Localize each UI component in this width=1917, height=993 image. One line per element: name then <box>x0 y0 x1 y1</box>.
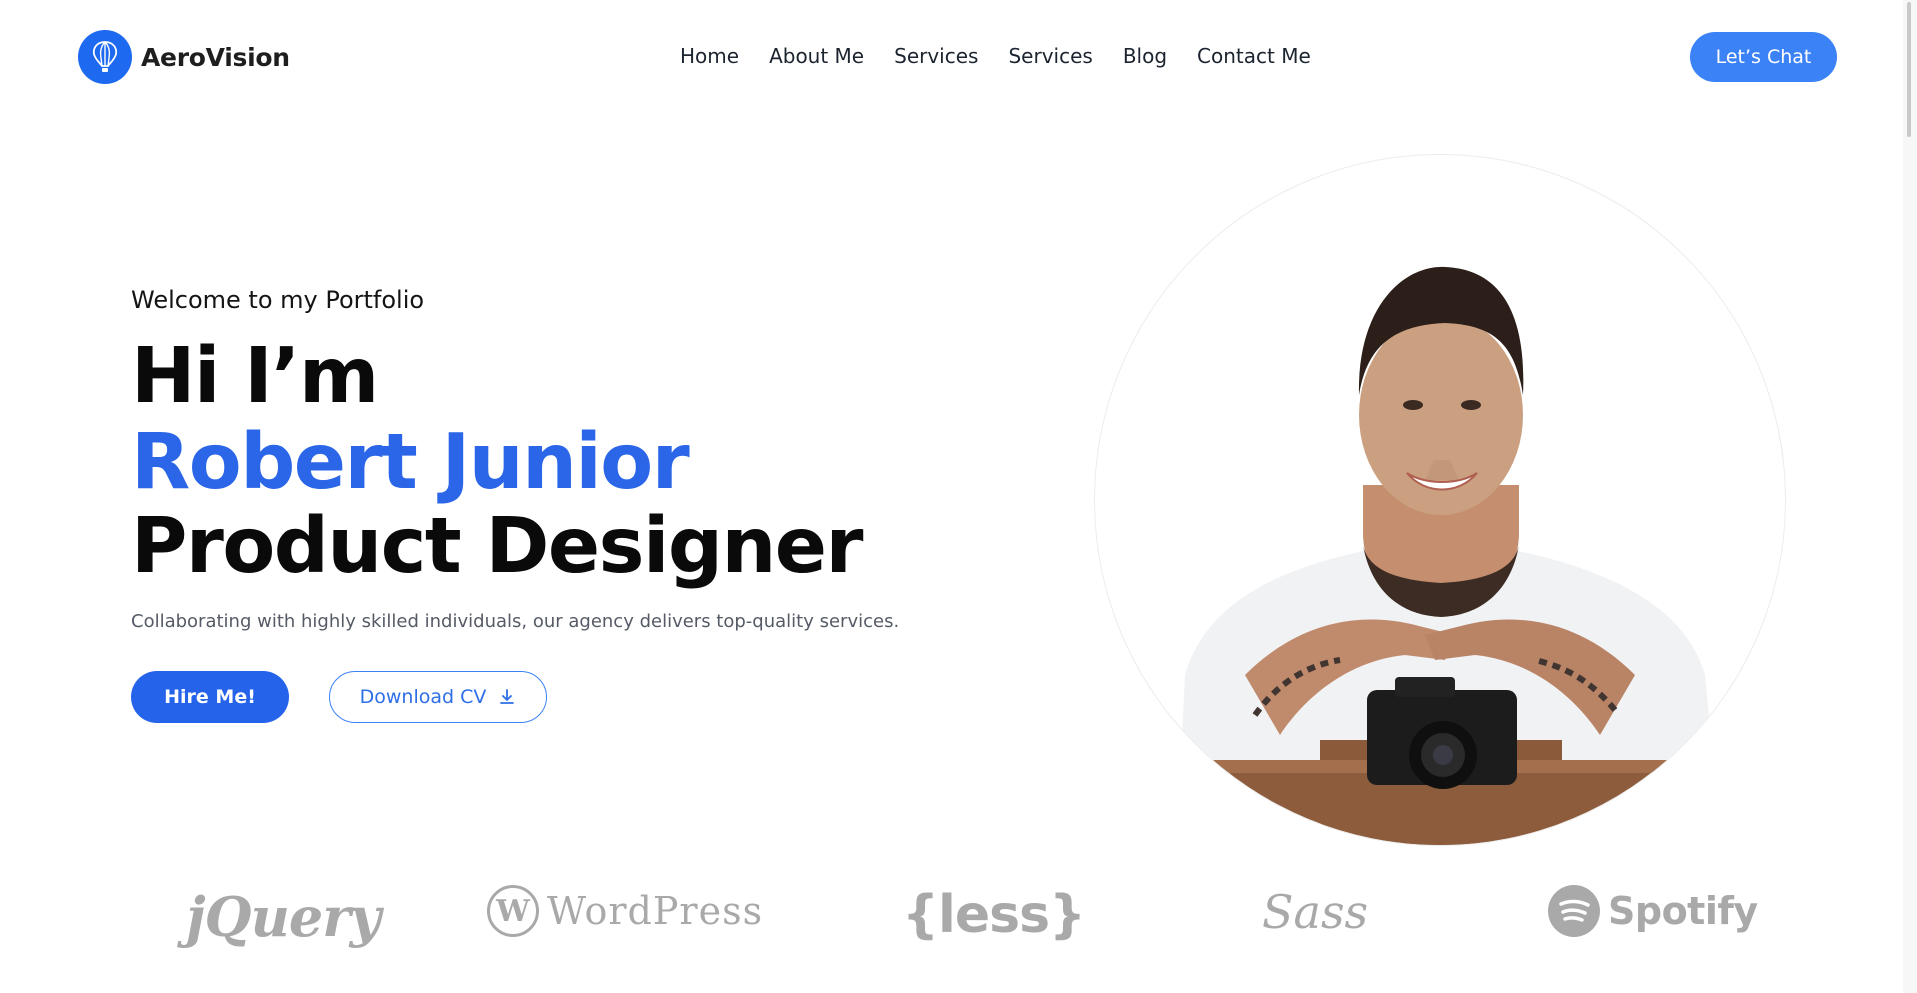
nav-services-2[interactable]: Services <box>1008 44 1092 68</box>
main-nav: Home About Me Services Services Blog Con… <box>680 44 1311 68</box>
spotify-logo: Spotify <box>1548 885 1758 937</box>
hire-me-button[interactable]: Hire Me! <box>131 671 289 723</box>
hot-air-balloon-icon <box>78 30 132 84</box>
download-cv-label: Download CV <box>359 686 487 708</box>
brand-logos: jQuery W WordPress {less} Sass Spotify <box>0 885 1917 985</box>
logo-text: AeroVision <box>141 42 290 72</box>
wordpress-logo: W WordPress <box>487 885 763 937</box>
jquery-logo: jQuery <box>186 885 381 949</box>
portrait-photo <box>1094 154 1786 846</box>
page-scrollbar[interactable] <box>1903 0 1917 993</box>
nav-home[interactable]: Home <box>680 44 739 68</box>
hero-description: Collaborating with highly skilled indivi… <box>131 611 900 632</box>
nav-services[interactable]: Services <box>894 44 978 68</box>
less-logo: {less} <box>902 885 1086 945</box>
nav-about-me[interactable]: About Me <box>769 44 864 68</box>
sass-logo: Sass <box>1262 885 1369 939</box>
hero-eyebrow: Welcome to my Portfolio <box>131 286 425 314</box>
hero-greeting: Hi I’m <box>131 332 379 421</box>
wordpress-icon: W <box>487 885 539 937</box>
nav-contact-me[interactable]: Contact Me <box>1197 44 1311 68</box>
spotify-icon <box>1548 885 1600 937</box>
lets-chat-button[interactable]: Let’s Chat <box>1690 32 1837 82</box>
hero-name: Robert Junior <box>131 418 690 507</box>
download-cv-button[interactable]: Download CV <box>329 671 547 723</box>
site-header: AeroVision Home About Me Services Servic… <box>0 0 1917 116</box>
logo-link[interactable]: AeroVision <box>78 30 290 84</box>
hero-role: Product Designer <box>131 502 864 591</box>
nav-blog[interactable]: Blog <box>1123 44 1167 68</box>
download-icon <box>500 689 515 704</box>
